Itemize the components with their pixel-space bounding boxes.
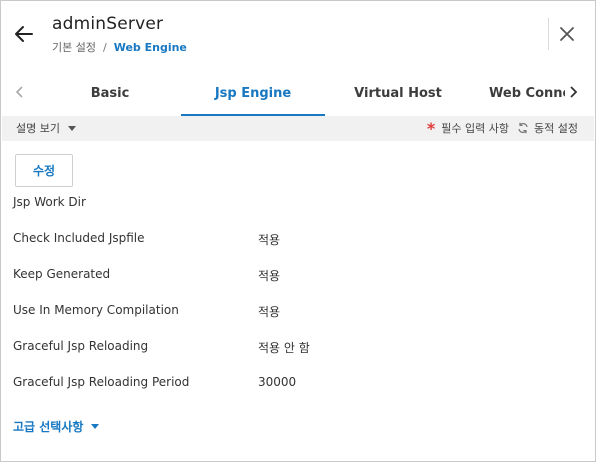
required-star-icon: * <box>426 118 436 138</box>
tab-next-button[interactable] <box>565 82 581 102</box>
advanced-options-toggle[interactable]: 고급 선택사항 <box>13 418 100 435</box>
field-label-graceful-jsp-reloading: Graceful Jsp Reloading <box>13 339 149 353</box>
panel-header: adminServer 기본 설정 / Web Engine <box>0 0 594 70</box>
tab-bar: Basic Jsp Engine Virtual Host Web Conne <box>0 70 594 116</box>
arrow-left-icon <box>15 26 33 42</box>
tab-basic[interactable]: Basic <box>50 70 170 116</box>
field-label-graceful-jsp-reloading-period: Graceful Jsp Reloading Period <box>13 375 190 389</box>
breadcrumb-parent[interactable]: 기본 설정 <box>52 39 96 55</box>
description-toggle[interactable]: 설명 보기 <box>16 120 76 136</box>
caret-down-icon <box>67 125 76 131</box>
dynamic-legend-label: 동적 설정 <box>534 122 578 135</box>
field-value-graceful-jsp-reloading-period: 30000 <box>258 375 297 389</box>
chevron-left-icon <box>15 86 23 98</box>
advanced-options-label: 고급 선택사항 <box>13 420 84 434</box>
header-divider <box>548 18 549 50</box>
breadcrumb-separator: / <box>102 40 107 54</box>
field-value-keep-generated: 적용 <box>258 269 281 283</box>
edit-button[interactable]: 수정 <box>15 154 73 187</box>
refresh-icon <box>518 122 528 134</box>
breadcrumb-current: Web Engine <box>113 40 187 54</box>
close-icon <box>560 27 574 41</box>
legend: * 필수 입력 사항 동적 설정 <box>427 120 578 136</box>
field-value-use-in-memory-compilation: 적용 <box>258 305 281 319</box>
caret-down-icon <box>91 424 100 429</box>
field-value-graceful-jsp-reloading: 적용 안 함 <box>258 341 310 355</box>
field-label-keep-generated: Keep Generated <box>13 267 111 281</box>
toolbar: 설명 보기 * 필수 입력 사항 동적 설정 <box>2 116 594 141</box>
field-value-check-included-jspfile: 적용 <box>258 233 281 247</box>
chevron-right-icon <box>570 86 578 98</box>
required-legend-label: 필수 입력 사항 <box>441 122 510 135</box>
field-label-check-included-jspfile: Check Included Jspfile <box>13 231 145 245</box>
breadcrumb: 기본 설정 / Web Engine <box>52 39 187 55</box>
close-button[interactable] <box>557 24 577 44</box>
tab-web-connection[interactable]: Web Conne <box>473 70 573 116</box>
tab-prev-button[interactable] <box>12 82 28 102</box>
field-label-use-in-memory-compilation: Use In Memory Compilation <box>13 303 179 317</box>
field-label-jsp-work-dir: Jsp Work Dir <box>13 195 86 209</box>
description-toggle-label: 설명 보기 <box>16 122 60 135</box>
page-title: adminServer <box>52 14 164 34</box>
back-button[interactable] <box>12 22 36 46</box>
tab-virtual-host[interactable]: Virtual Host <box>336 70 460 116</box>
tab-jsp-engine[interactable]: Jsp Engine <box>181 70 325 116</box>
